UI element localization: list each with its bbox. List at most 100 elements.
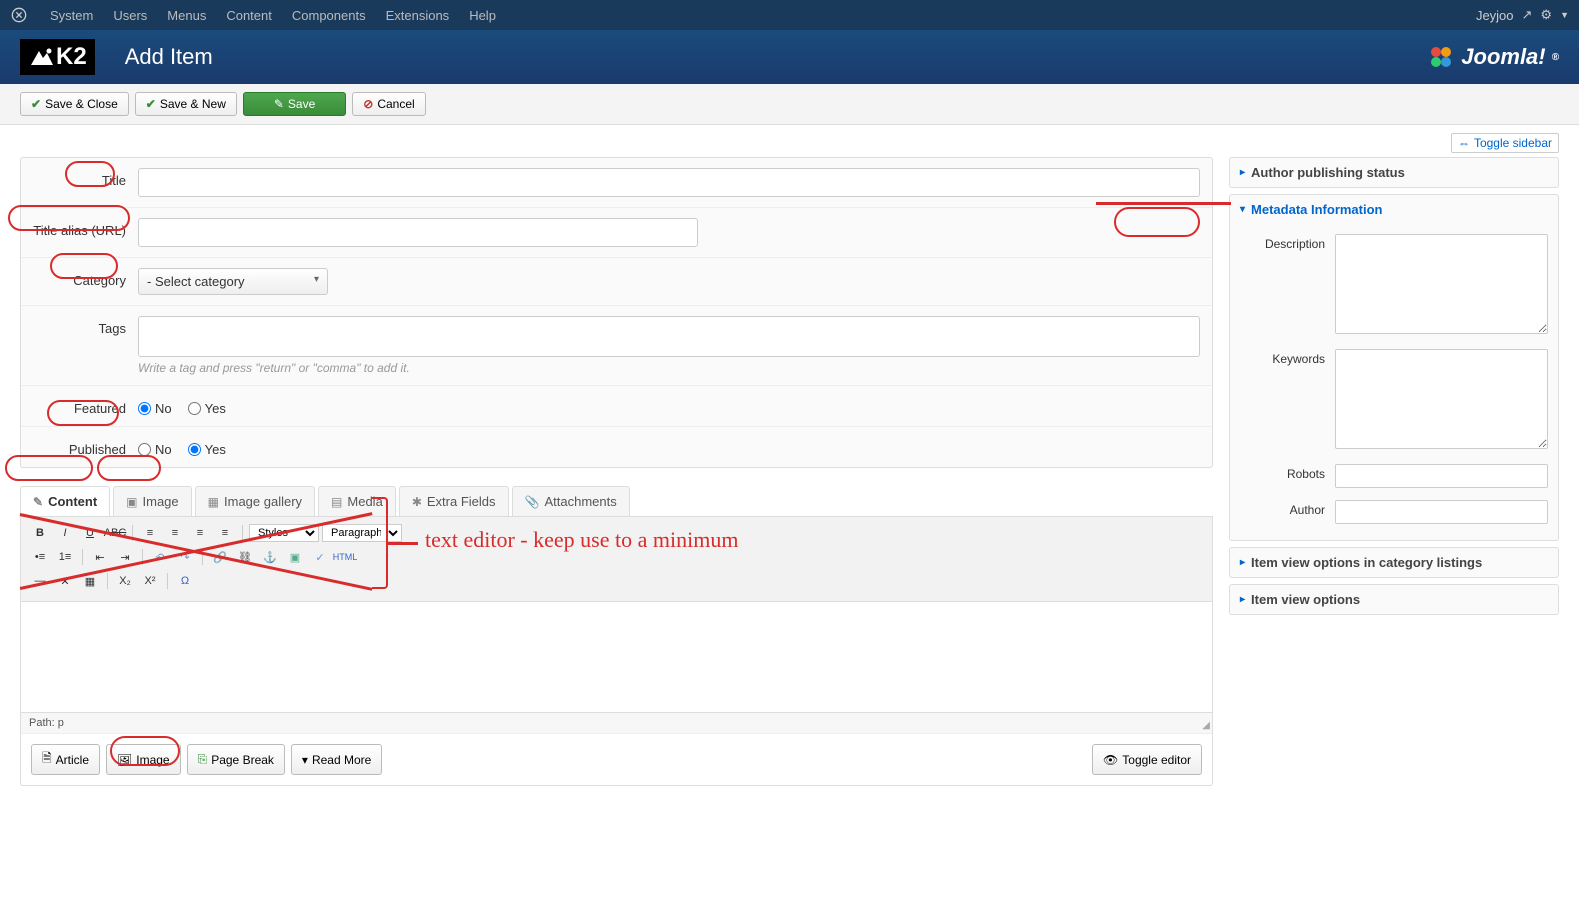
- save-new-button[interactable]: ✔Save & New: [135, 92, 237, 116]
- tabs: ✎Content ▣Image ▦Image gallery ▤Media ✱E…: [20, 486, 1213, 517]
- toggle-editor-button[interactable]: 👁Toggle editor: [1092, 744, 1202, 775]
- page-break-button[interactable]: ⎘Page Break: [187, 744, 285, 775]
- alias-label: Title alias (URL): [33, 218, 138, 238]
- featured-label: Featured: [33, 396, 138, 416]
- tab-gallery[interactable]: ▦Image gallery: [195, 486, 315, 516]
- table-button[interactable]: ▦: [79, 571, 101, 591]
- insert-image-button[interactable]: 🖼Image: [106, 744, 181, 775]
- alias-input[interactable]: [138, 218, 698, 247]
- char-button[interactable]: Ω: [174, 571, 196, 591]
- insert-article-button[interactable]: 🗎Article: [31, 744, 100, 775]
- title-label: Title: [33, 168, 138, 188]
- nav-extensions[interactable]: Extensions: [376, 8, 460, 23]
- styles-select[interactable]: Styles: [249, 524, 319, 542]
- meta-robots-input[interactable]: [1335, 464, 1548, 488]
- published-yes[interactable]: Yes: [188, 442, 226, 457]
- featured-no[interactable]: No: [138, 401, 172, 416]
- align-justify-button[interactable]: ≡: [214, 523, 236, 543]
- external-icon[interactable]: ↗: [1522, 7, 1533, 23]
- k2-logo: K2: [20, 39, 95, 75]
- category-label: Category: [33, 268, 138, 288]
- title-input[interactable]: [138, 168, 1200, 197]
- panel-view-cat-header[interactable]: ▸Item view options in category listings: [1230, 548, 1558, 577]
- form-section: Title Title alias (URL) Category - Selec…: [20, 157, 1213, 468]
- italic-button[interactable]: I: [54, 523, 76, 543]
- image-icon: ▣: [126, 495, 137, 509]
- tab-media[interactable]: ▤Media: [318, 486, 396, 516]
- redo-button[interactable]: ↷: [174, 547, 196, 567]
- image-button[interactable]: ▣: [284, 547, 306, 567]
- tab-image[interactable]: ▣Image: [113, 486, 191, 516]
- media-icon: ▤: [331, 495, 342, 509]
- unlink-button[interactable]: ⛓: [234, 547, 256, 567]
- save-button[interactable]: ✎ Save: [243, 92, 346, 116]
- nav-content[interactable]: Content: [216, 8, 282, 23]
- clean-button[interactable]: ✓: [309, 547, 331, 567]
- link-button[interactable]: 🔗: [209, 547, 231, 567]
- gallery-icon: ▦: [208, 495, 219, 509]
- cancel-icon: ⊘: [363, 97, 373, 111]
- nav-components[interactable]: Components: [282, 8, 376, 23]
- tags-text[interactable]: [145, 323, 345, 350]
- undo-button[interactable]: ↶: [149, 547, 171, 567]
- panel-view-header[interactable]: ▸Item view options: [1230, 585, 1558, 614]
- format-select[interactable]: Paragraph: [322, 524, 402, 542]
- cancel-button[interactable]: ⊘Cancel: [352, 92, 425, 116]
- resize-handle[interactable]: ◢: [1202, 720, 1210, 731]
- anchor-button[interactable]: ⚓: [259, 547, 281, 567]
- joomla-icon: [10, 6, 28, 24]
- editor-toolbar: B I U ABC ≡ ≡ ≡ ≡ Styles Paragraph •≡ 1≡: [21, 517, 1212, 602]
- align-center-button[interactable]: ≡: [164, 523, 186, 543]
- html-button[interactable]: HTML: [334, 547, 356, 567]
- save-close-button[interactable]: ✔Save & Close: [20, 92, 129, 116]
- edit-icon: ✎: [274, 97, 284, 111]
- user-name[interactable]: Jeyjoo: [1476, 8, 1514, 23]
- toggle-sidebar[interactable]: ⇔Toggle sidebar: [1451, 133, 1559, 153]
- meta-description-input[interactable]: [1335, 234, 1548, 334]
- meta-author-input[interactable]: [1335, 500, 1548, 524]
- chevron-down-icon: ▾: [1240, 204, 1245, 215]
- nav-menus[interactable]: Menus: [157, 8, 216, 23]
- caret-down-icon: ▾: [302, 753, 308, 767]
- nav-help[interactable]: Help: [459, 8, 506, 23]
- tags-input[interactable]: [138, 316, 1200, 357]
- nav-system[interactable]: System: [40, 8, 103, 23]
- panel-publishing-header[interactable]: ▸Author publishing status: [1230, 158, 1558, 187]
- arrows-icon: ⇔: [1458, 136, 1470, 150]
- editor-textarea[interactable]: [21, 602, 1212, 712]
- category-select[interactable]: - Select category: [138, 268, 328, 295]
- published-label: Published: [33, 437, 138, 457]
- hr-button[interactable]: —: [29, 571, 51, 591]
- indent-button[interactable]: ⇥: [114, 547, 136, 567]
- removeformat-button[interactable]: ✕: [54, 571, 76, 591]
- joomla-brand: Joomla! ®: [1427, 43, 1559, 71]
- published-no[interactable]: No: [138, 442, 172, 457]
- align-right-button[interactable]: ≡: [189, 523, 211, 543]
- ol-button[interactable]: 1≡: [54, 547, 76, 567]
- sup-button[interactable]: X²: [139, 571, 161, 591]
- caret-down-icon[interactable]: ▼: [1560, 10, 1569, 20]
- gear-icon[interactable]: ⚙: [1540, 7, 1552, 23]
- meta-keywords-input[interactable]: [1335, 349, 1548, 449]
- outdent-button[interactable]: ⇤: [89, 547, 111, 567]
- align-left-button[interactable]: ≡: [139, 523, 161, 543]
- sub-button[interactable]: X₂: [114, 571, 136, 591]
- nav-users[interactable]: Users: [103, 8, 157, 23]
- tab-extra[interactable]: ✱Extra Fields: [399, 486, 509, 516]
- panel-publishing: ▸Author publishing status: [1229, 157, 1559, 188]
- panel-metadata-header[interactable]: ▾Metadata Information: [1230, 195, 1558, 224]
- meta-robots-label: Robots: [1240, 464, 1335, 481]
- featured-yes[interactable]: Yes: [188, 401, 226, 416]
- underline-button[interactable]: U: [79, 523, 101, 543]
- panel-view-cat: ▸Item view options in category listings: [1229, 547, 1559, 578]
- clip-icon: 📎: [525, 495, 540, 509]
- ul-button[interactable]: •≡: [29, 547, 51, 567]
- editor-path: Path: p◢: [21, 712, 1212, 733]
- bold-button[interactable]: B: [29, 523, 51, 543]
- tab-attachments[interactable]: 📎Attachments: [512, 486, 630, 516]
- meta-keywords-label: Keywords: [1240, 349, 1335, 366]
- read-more-button[interactable]: ▾Read More: [291, 744, 382, 775]
- strike-button[interactable]: ABC: [104, 523, 126, 543]
- tab-content[interactable]: ✎Content: [20, 486, 110, 516]
- topnav: System Users Menus Content Components Ex…: [0, 0, 1579, 30]
